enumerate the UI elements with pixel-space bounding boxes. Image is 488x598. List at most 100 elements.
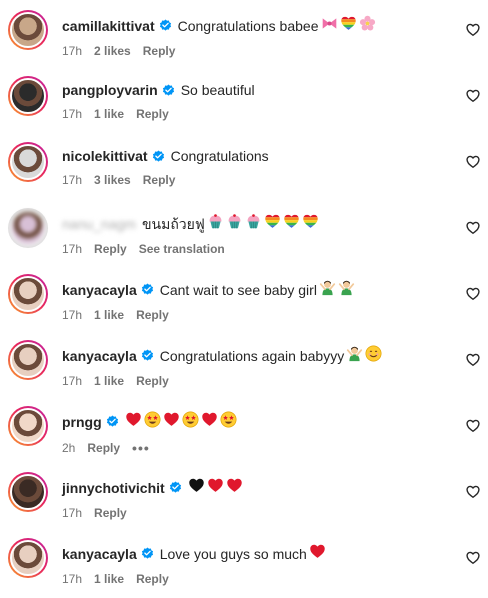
like-heart-icon[interactable] (466, 485, 480, 499)
avatar-image (10, 210, 46, 246)
avatar[interactable] (8, 472, 48, 512)
heart-outline-icon (466, 485, 480, 499)
red-heart-emoji (207, 478, 223, 492)
likes-count[interactable]: 1 like (94, 374, 124, 388)
cupcake-emoji (209, 214, 222, 229)
comment-row: jinnychotivichit 17h Reply (0, 468, 488, 532)
avatar-image (10, 540, 46, 576)
username[interactable]: kanyacayla (62, 545, 137, 563)
avatar[interactable] (8, 142, 48, 182)
comment-row: kanyacayla Love you guys so much 17h 1 lik… (0, 534, 488, 598)
like-heart-icon[interactable] (466, 23, 480, 37)
comment-line: nanu_nagm ขนมถ้วยฟู (62, 213, 448, 234)
red-heart-emoji (201, 411, 218, 432)
avatar[interactable] (8, 340, 48, 380)
username[interactable]: nicolekittivat (62, 147, 148, 165)
reply-button[interactable]: Reply (143, 44, 176, 58)
like-heart-icon[interactable] (466, 551, 480, 565)
timestamp: 17h (62, 374, 83, 388)
username[interactable]: camillakittivat (62, 17, 155, 35)
avatar-image (10, 408, 46, 444)
like-heart-icon[interactable] (466, 155, 480, 169)
smiling-face-emoji (365, 345, 382, 362)
heart-outline-icon (466, 155, 480, 169)
avatar-image (10, 474, 46, 510)
heart-outline-icon (466, 221, 480, 235)
comment-meta: 17h 1 like Reply (62, 308, 448, 322)
rainbow-heart-emoji (284, 214, 299, 228)
reply-button[interactable]: Reply (136, 572, 169, 586)
comment-line: kanyacayla Cant wait to see baby girl (62, 279, 448, 300)
like-heart-icon[interactable] (466, 287, 480, 301)
avatar-image (10, 12, 46, 48)
verified-badge-icon (169, 481, 181, 493)
timestamp: 17h (62, 242, 83, 256)
reply-button[interactable]: Reply (94, 506, 127, 520)
bow-emoji (322, 18, 336, 29)
avatar[interactable] (8, 406, 48, 446)
comment-text: Love you guys so much (159, 545, 307, 562)
woman-gesturing-emoji (338, 280, 355, 296)
heart-outline-icon (466, 551, 480, 565)
username[interactable]: prngg (62, 413, 102, 431)
more-options-button[interactable]: ••• (132, 440, 150, 456)
reply-button[interactable]: Reply (136, 374, 169, 388)
comment-row: kanyacayla Congratulations again babyyy … (0, 336, 488, 400)
rainbow-heart-emoji (302, 213, 319, 234)
reply-button[interactable]: Reply (94, 242, 127, 256)
username[interactable]: pangployvarin (62, 81, 158, 99)
comment-meta: 17h 1 like Reply (62, 107, 448, 121)
red-heart-emoji (163, 412, 179, 426)
star-struck-emoji (144, 411, 161, 432)
reply-button[interactable]: Reply (136, 107, 169, 121)
avatar[interactable] (8, 208, 48, 248)
reply-button[interactable]: Reply (136, 308, 169, 322)
comment-text: ขนมถ้วยฟู (141, 215, 205, 232)
likes-count[interactable]: 2 likes (94, 44, 131, 58)
likes-count[interactable]: 1 like (94, 107, 124, 121)
avatar[interactable] (8, 274, 48, 314)
like-heart-icon[interactable] (466, 419, 480, 433)
avatar[interactable] (8, 10, 48, 50)
star-struck-emoji (220, 411, 237, 432)
like-heart-icon[interactable] (466, 353, 480, 367)
comment-row: nicolekittivat Congratulations 17h 3 likes… (0, 138, 488, 202)
likes-count[interactable]: 1 like (94, 308, 124, 322)
avatar-image (10, 342, 46, 378)
comment-text: Congratulations babee (177, 17, 319, 34)
avatar[interactable] (8, 76, 48, 116)
comment-line: nicolekittivat Congratulations (62, 147, 448, 165)
username[interactable]: kanyacayla (62, 347, 137, 365)
red-heart-emoji (310, 544, 325, 558)
comment-row: kanyacayla Cant wait to see baby girl 17… (0, 270, 488, 334)
verified-badge-icon (141, 547, 153, 559)
cherry-blossom-emoji (359, 15, 375, 31)
comment-row: camillakittivat Congratulations babee 17… (0, 6, 488, 70)
heart-outline-icon (466, 419, 480, 433)
username[interactable]: nanu_nagm (62, 215, 136, 233)
comment-body: kanyacayla Cant wait to see baby girl 17… (62, 279, 448, 322)
like-heart-icon[interactable] (466, 221, 480, 235)
see-translation-button[interactable]: See translation (139, 242, 225, 256)
rainbow-heart-emoji (340, 15, 357, 36)
likes-count[interactable]: 3 likes (94, 173, 131, 187)
like-heart-icon[interactable] (466, 89, 480, 103)
timestamp: 17h (62, 572, 83, 586)
username[interactable]: kanyacayla (62, 281, 137, 299)
likes-count[interactable]: 1 like (94, 572, 124, 586)
red-heart-emoji (226, 477, 243, 498)
heart-outline-icon (466, 23, 480, 37)
reply-button[interactable]: Reply (143, 173, 176, 187)
avatar[interactable] (8, 538, 48, 578)
avatar-image (10, 144, 46, 180)
comment-text: So beautiful (180, 82, 255, 98)
cherry-blossom-emoji (359, 15, 376, 36)
comment-meta: 17h Reply See translation (62, 242, 448, 256)
reply-button[interactable]: Reply (87, 441, 120, 455)
red-heart-emoji (201, 412, 217, 426)
timestamp: 17h (62, 44, 83, 58)
verified-badge-icon (152, 150, 164, 162)
red-heart-emoji (309, 543, 326, 564)
username[interactable]: jinnychotivichit (62, 479, 165, 497)
comment-row: prngg 2h Reply ••• (0, 402, 488, 466)
